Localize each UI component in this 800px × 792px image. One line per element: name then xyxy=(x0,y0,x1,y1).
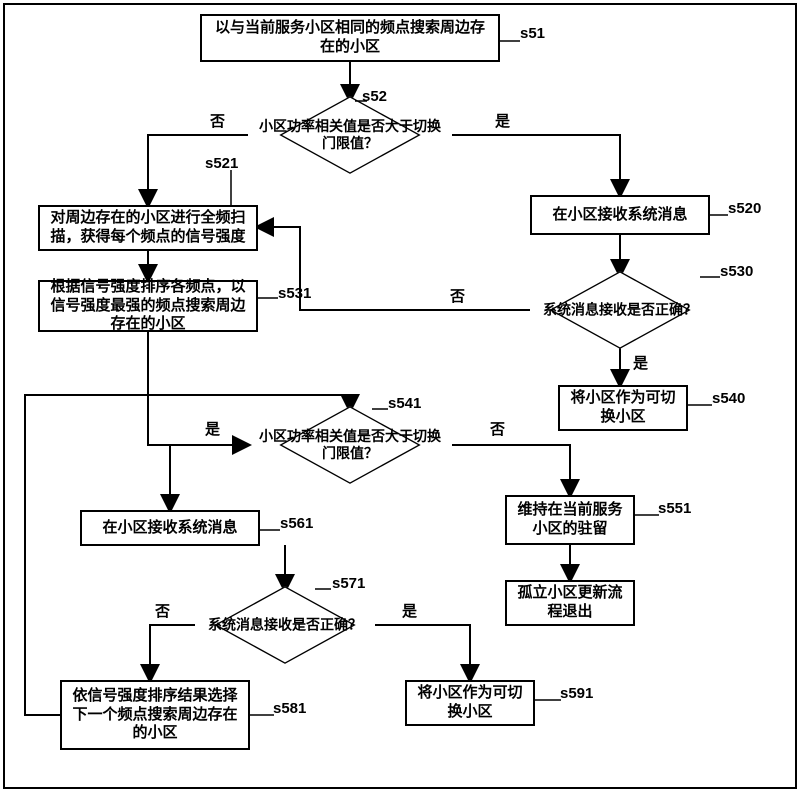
step-label-s561: s561 xyxy=(280,515,313,532)
node-s591: 将小区作为可切换小区 xyxy=(405,680,535,726)
node-text: 在小区接收系统消息 xyxy=(552,206,687,225)
node-s581: 依信号强度排序结果选择下一个频点搜索周边存在的小区 xyxy=(60,680,250,750)
node-s561: 在小区接收系统消息 xyxy=(80,510,260,546)
step-label-s540: s540 xyxy=(712,390,745,407)
node-text: 依信号强度排序结果选择下一个频点搜索周边存在的小区 xyxy=(68,687,242,743)
step-label-s531: s531 xyxy=(278,285,311,302)
node-s540: 将小区作为可切换小区 xyxy=(558,385,688,431)
node-s51: 以与当前服务小区相同的频点搜索周边存在的小区 xyxy=(200,14,500,62)
node-text: 系统消息接收是否正确？ xyxy=(529,302,711,319)
node-s531: 根据信号强度排序各频点，以信号强度最强的频点搜索周边存在的小区 xyxy=(38,280,258,332)
step-label-s520: s520 xyxy=(728,200,761,217)
step-label-s581: s581 xyxy=(273,700,306,717)
step-label-s571: s571 xyxy=(332,575,365,592)
branch-no: 否 xyxy=(450,285,465,306)
branch-no: 否 xyxy=(490,418,505,439)
node-text: 将小区作为可切换小区 xyxy=(566,389,680,427)
branch-no: 否 xyxy=(155,600,170,621)
node-s52: 小区功率相关值是否大于切换门限值？ xyxy=(278,98,422,172)
node-exit: 孤立小区更新流程退出 xyxy=(505,580,635,626)
branch-yes: 是 xyxy=(205,418,220,439)
branch-yes: 是 xyxy=(402,600,417,621)
node-s520: 在小区接收系统消息 xyxy=(530,195,710,235)
branch-yes: 是 xyxy=(495,110,510,131)
node-text: 在小区接收系统消息 xyxy=(102,519,237,538)
step-label-s551: s551 xyxy=(658,500,691,517)
node-text: 将小区作为可切换小区 xyxy=(413,684,527,722)
node-text: 孤立小区更新流程退出 xyxy=(513,584,627,622)
node-s541: 小区功率相关值是否大于切换门限值？ xyxy=(278,408,422,482)
node-text: 小区功率相关值是否大于切换门限值？ xyxy=(256,428,443,462)
branch-no: 否 xyxy=(210,110,225,131)
node-text: 以与当前服务小区相同的频点搜索周边存在的小区 xyxy=(208,19,492,57)
node-text: 系统消息接收是否正确？ xyxy=(194,617,376,634)
node-s521: 对周边存在的小区进行全频扫描，获得每个频点的信号强度 xyxy=(38,205,258,251)
step-label-s541: s541 xyxy=(388,395,421,412)
node-text: 小区功率相关值是否大于切换门限值？ xyxy=(256,118,443,152)
node-s530: 系统消息接收是否正确？ xyxy=(550,273,690,347)
node-s551: 维持在当前服务小区的驻留 xyxy=(505,495,635,545)
branch-yes: 是 xyxy=(633,352,648,373)
node-text: 维持在当前服务小区的驻留 xyxy=(513,501,627,539)
node-s571: 系统消息接收是否正确？ xyxy=(215,588,355,662)
node-text: 对周边存在的小区进行全频扫描，获得每个频点的信号强度 xyxy=(46,209,250,247)
node-text: 根据信号强度排序各频点，以信号强度最强的频点搜索周边存在的小区 xyxy=(46,278,250,334)
step-label-s591: s591 xyxy=(560,685,593,702)
step-label-s530: s530 xyxy=(720,263,753,280)
